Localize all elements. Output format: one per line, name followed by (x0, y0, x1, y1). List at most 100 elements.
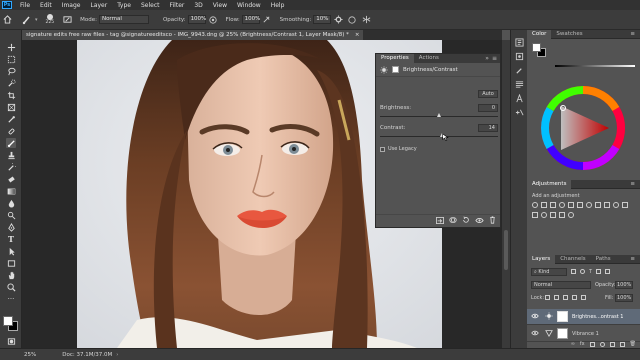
color-panel-swatches[interactable] (532, 43, 546, 57)
zoom-tool-icon[interactable] (6, 282, 16, 292)
quick-mask-icon[interactable] (6, 336, 16, 346)
lock-artboard-icon[interactable] (572, 295, 577, 300)
menu-layer[interactable]: Layer (85, 2, 112, 9)
brightness-slider[interactable] (380, 113, 498, 117)
smoothing-gear-icon[interactable] (333, 15, 343, 25)
tab-paths[interactable]: Paths (591, 255, 616, 264)
gradient-tool-icon[interactable] (6, 186, 16, 196)
panel-collapse-icon[interactable]: » (485, 55, 492, 62)
brush-tool-preset-icon[interactable] (22, 15, 32, 25)
reset-icon[interactable] (462, 216, 470, 226)
visibility-eye-icon[interactable] (475, 217, 484, 226)
history-panel-icon[interactable] (515, 38, 524, 49)
lock-all-icon[interactable] (581, 295, 586, 300)
menu-view[interactable]: View (208, 2, 232, 9)
delete-layer-icon[interactable]: 🗑 (630, 341, 636, 347)
vibrance-adj-icon[interactable] (568, 202, 574, 208)
view-previous-state-icon[interactable] (449, 216, 457, 226)
menu-filter[interactable]: Filter (165, 2, 190, 9)
black-white-adj-icon[interactable] (595, 202, 601, 208)
auto-button[interactable]: Auto (478, 90, 498, 98)
brush-settings-icon[interactable] (62, 15, 72, 25)
brush-size-picker[interactable]: 225 (46, 14, 54, 25)
path-selection-tool-icon[interactable] (6, 246, 16, 256)
zoom-level[interactable]: 25% (24, 352, 36, 358)
layer-mask-thumbnail[interactable] (557, 328, 568, 339)
history-brush-tool-icon[interactable] (6, 162, 16, 172)
canvas-vertical-scrollbar[interactable] (502, 40, 510, 348)
blend-mode-dropdown[interactable]: Normal (531, 281, 591, 289)
filter-adjustment-icon[interactable] (580, 269, 585, 274)
filter-type-icon[interactable]: T (589, 269, 592, 275)
opacity-field[interactable]: 100% (187, 15, 206, 24)
tab-layers[interactable]: Layers (527, 254, 556, 264)
document-tab[interactable]: signature edits free raw files - tag @si… (22, 30, 364, 40)
pressure-opacity-icon[interactable] (208, 15, 218, 25)
posterize-adj-icon[interactable] (541, 212, 547, 218)
hand-tool-icon[interactable] (6, 270, 16, 280)
character-panel-icon[interactable] (515, 93, 524, 105)
color-panel-menu-icon[interactable]: ≡ (625, 30, 640, 39)
brush-tool-icon[interactable] (6, 138, 16, 148)
symmetry-icon[interactable] (361, 15, 371, 25)
gradient-map-adj-icon[interactable] (559, 212, 565, 218)
tab-properties[interactable]: Properties (376, 54, 414, 63)
fx-icon[interactable]: fx (580, 341, 585, 347)
healing-brush-tool-icon[interactable] (6, 126, 16, 136)
lasso-tool-icon[interactable] (6, 66, 16, 76)
clip-to-layer-icon[interactable] (436, 216, 444, 226)
layer-mask-thumbnail[interactable] (557, 311, 568, 322)
layer-visibility-eye-icon[interactable] (531, 313, 539, 321)
marquee-tool-icon[interactable] (6, 54, 16, 64)
layer-filter-dropdown[interactable]: ⌕ Kind (531, 268, 567, 276)
scrollbar-thumb[interactable] (504, 230, 508, 270)
use-legacy-checkbox[interactable] (380, 146, 385, 152)
menu-image[interactable]: Image (57, 2, 86, 9)
hue-saturation-adj-icon[interactable] (577, 202, 583, 208)
color-panel-foreground[interactable] (532, 43, 541, 52)
paragraph-panel-icon[interactable] (515, 80, 524, 91)
use-legacy-row[interactable]: Use Legacy (380, 146, 417, 152)
new-layer-icon[interactable] (619, 341, 625, 347)
libraries-panel-icon[interactable] (515, 52, 524, 63)
more-tools-icon[interactable]: ··· (6, 294, 16, 304)
photo-filter-adj-icon[interactable] (604, 202, 610, 208)
exposure-adj-icon[interactable] (559, 202, 565, 208)
new-adjustment-icon[interactable] (599, 341, 605, 347)
smoothing-field[interactable]: 10% (313, 15, 332, 24)
lock-transparency-icon[interactable] (545, 295, 550, 300)
menu-edit[interactable]: Edit (35, 2, 57, 9)
panel-menu-icon[interactable]: ≡ (492, 55, 500, 62)
menu-select[interactable]: Select (136, 2, 165, 9)
menu-file[interactable]: File (15, 2, 35, 9)
pressure-size-icon[interactable] (347, 15, 357, 25)
tab-actions[interactable]: Actions (414, 54, 444, 63)
layer-opacity-field[interactable]: 100% (615, 281, 633, 289)
layers-menu-icon[interactable]: ≡ (625, 255, 640, 264)
crop-tool-icon[interactable] (6, 90, 16, 100)
tab-adjustments[interactable]: Adjustments (527, 179, 572, 189)
menu-window[interactable]: Window (232, 2, 266, 9)
trash-icon[interactable] (489, 216, 496, 226)
brightness-contrast-adj-icon[interactable] (532, 202, 538, 208)
layer-visibility-eye-icon[interactable] (531, 330, 539, 338)
color-wheel[interactable] (541, 86, 625, 170)
new-group-icon[interactable] (609, 341, 615, 347)
link-layers-icon[interactable]: ∞ (571, 341, 575, 347)
brightness-field[interactable]: 0 (478, 104, 498, 112)
filter-smart-object-icon[interactable] (605, 269, 611, 274)
airbrush-icon[interactable] (262, 15, 272, 25)
blur-tool-icon[interactable] (6, 198, 16, 208)
dodge-tool-icon[interactable] (6, 210, 16, 220)
threshold-adj-icon[interactable] (550, 212, 556, 218)
lock-pixels-icon[interactable] (554, 295, 559, 300)
layer-mask-icon[interactable] (392, 66, 399, 73)
home-icon[interactable] (2, 15, 12, 25)
tab-channels[interactable]: Channels (555, 255, 590, 264)
selective-color-adj-icon[interactable] (568, 212, 574, 218)
document-info[interactable]: Doc: 37.1M/37.0M (62, 352, 112, 358)
mode-dropdown[interactable]: Normal (98, 15, 149, 24)
contrast-slider[interactable] (380, 133, 498, 137)
invert-adj-icon[interactable] (532, 212, 538, 218)
flow-field[interactable]: 100% (241, 15, 260, 24)
